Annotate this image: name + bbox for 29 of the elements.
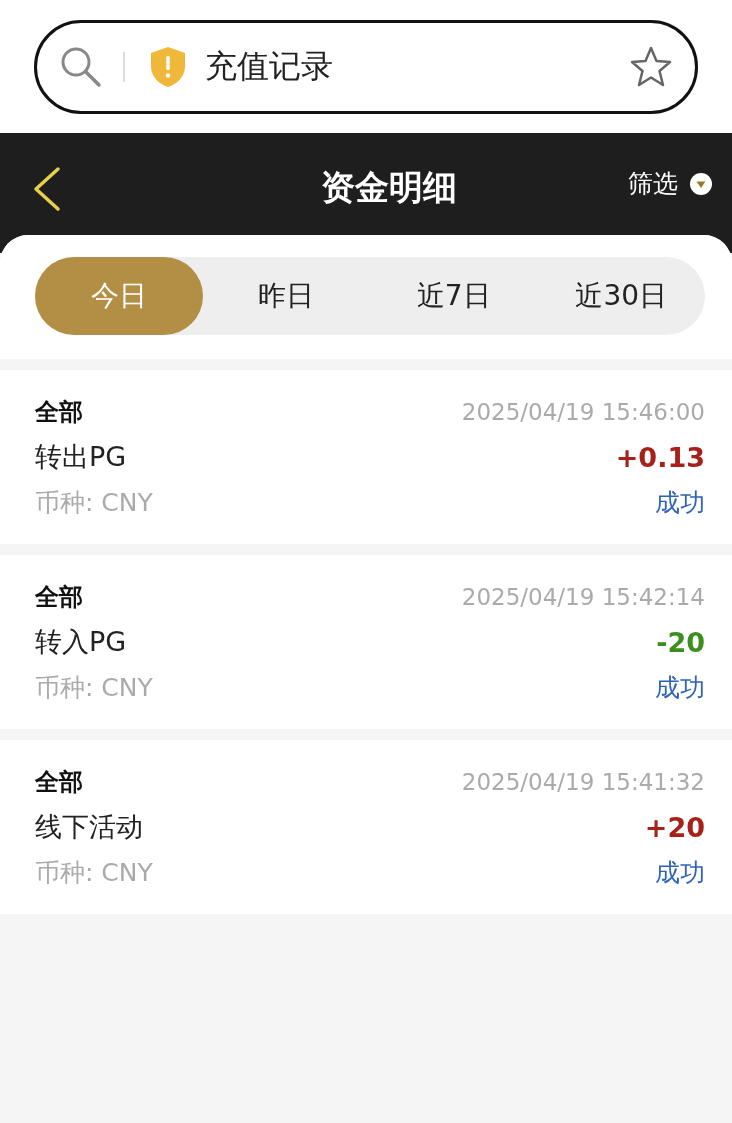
record-amount: -20 bbox=[656, 626, 705, 658]
address-bar[interactable]: 充值记录 bbox=[34, 19, 698, 114]
record-name: 转入PG bbox=[35, 625, 127, 659]
date-tab[interactable]: 近30日 bbox=[537, 257, 705, 335]
record-time: 2025/04/19 15:41:32 bbox=[461, 769, 705, 795]
record-name: 转出PG bbox=[35, 440, 127, 474]
record-status: 成功 bbox=[655, 856, 705, 889]
date-tab[interactable]: 近7日 bbox=[370, 257, 538, 335]
header-title: 资金明细 bbox=[321, 166, 457, 209]
record-category: 全部 bbox=[35, 582, 83, 613]
record-category: 全部 bbox=[35, 397, 83, 428]
star-icon[interactable] bbox=[629, 44, 673, 89]
record-amount: +0.13 bbox=[615, 441, 705, 473]
record-time: 2025/04/19 15:42:14 bbox=[461, 584, 705, 610]
record-status: 成功 bbox=[655, 486, 705, 519]
record-name: 线下活动 bbox=[35, 810, 143, 844]
filter-link[interactable]: 筛选 bbox=[628, 167, 678, 200]
record-amount: +20 bbox=[644, 811, 705, 843]
shield-icon bbox=[149, 45, 187, 88]
dropdown-icon[interactable] bbox=[690, 172, 712, 195]
record-currency: 币种: CNY bbox=[35, 856, 153, 889]
record-currency: 币种: CNY bbox=[35, 671, 153, 704]
page-title: 充值记录 bbox=[205, 45, 334, 87]
record-time: 2025/04/19 15:46:00 bbox=[461, 399, 705, 425]
back-icon[interactable] bbox=[32, 166, 62, 212]
date-tab[interactable]: 昨日 bbox=[202, 257, 370, 335]
record-currency: 币种: CNY bbox=[35, 486, 153, 519]
record-category: 全部 bbox=[35, 767, 83, 798]
record-status: 成功 bbox=[655, 671, 705, 704]
